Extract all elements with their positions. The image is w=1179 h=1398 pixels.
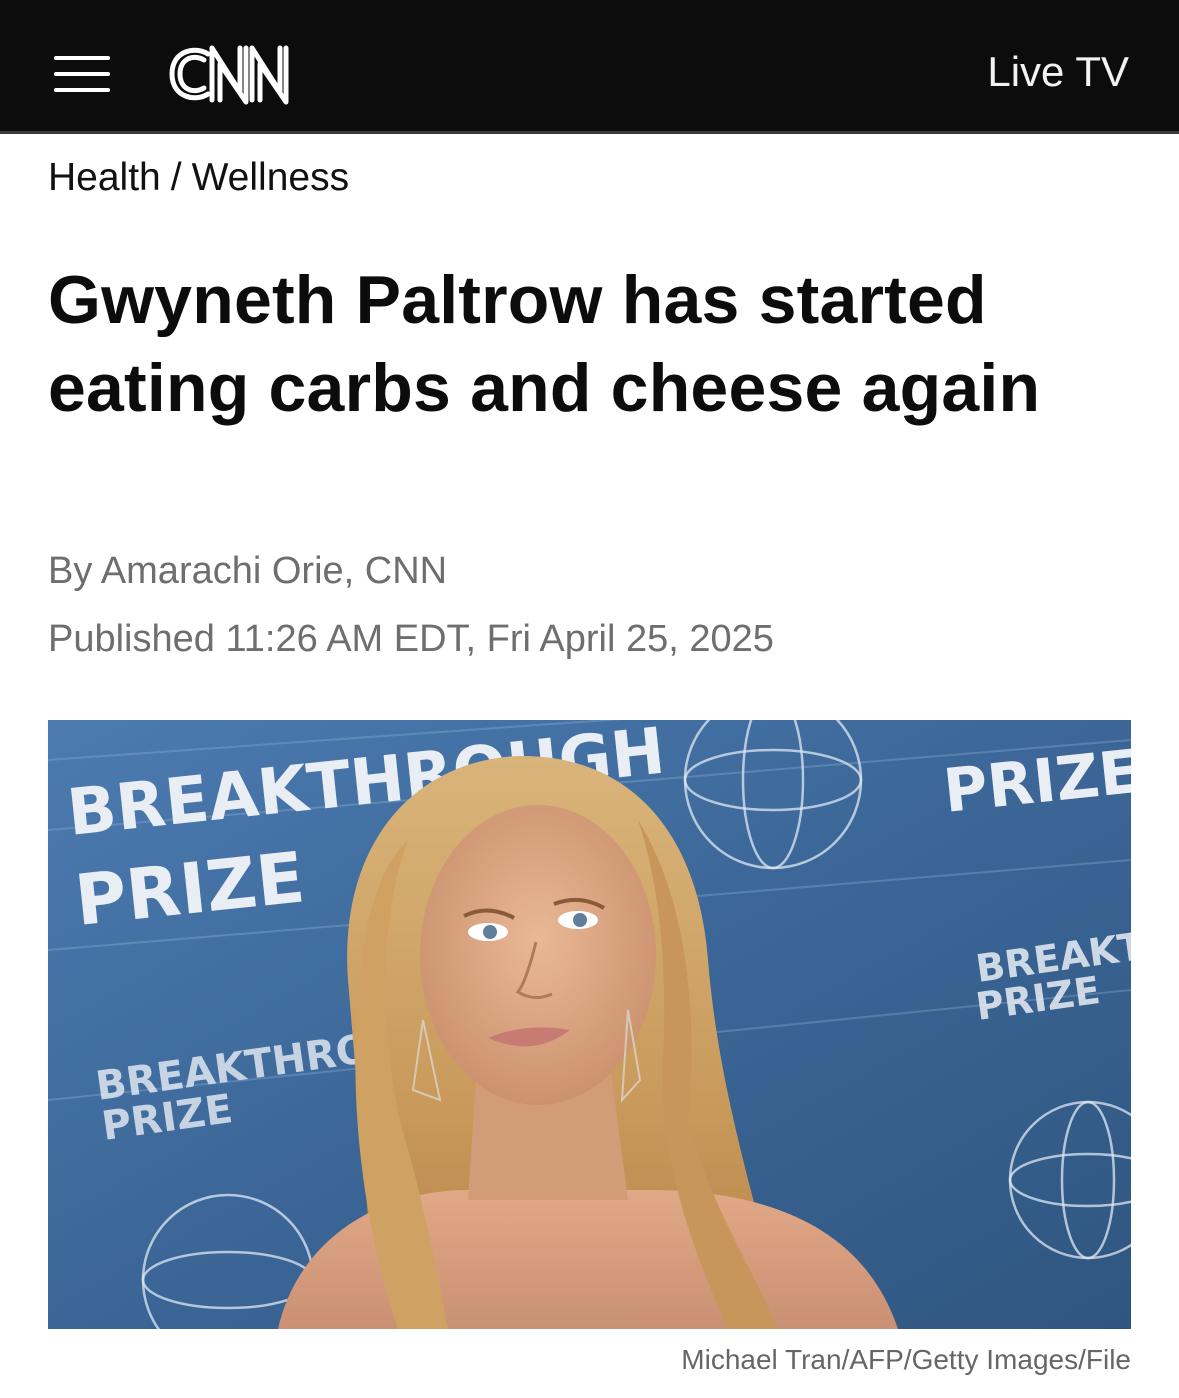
hero-photo-illustration: BREAKTHROUGH PRIZE PRIZE BREAKTHROUGH PR…	[48, 720, 1131, 1329]
article-byline: By Amarachi Orie, CNN	[48, 550, 447, 593]
live-tv-link[interactable]: Live TV	[987, 48, 1129, 96]
hamburger-menu-icon[interactable]	[54, 52, 112, 98]
publish-timestamp: Published 11:26 AM EDT, Fri April 25, 20…	[48, 618, 774, 660]
breadcrumb-separator: /	[170, 156, 182, 199]
hero-image[interactable]: BREAKTHROUGH PRIZE PRIZE BREAKTHROUGH PR…	[48, 720, 1131, 1329]
author-link[interactable]: By Amarachi Orie, CNN	[48, 550, 447, 592]
cnn-logo[interactable]	[166, 40, 308, 108]
breadcrumb-wellness-link[interactable]: Wellness	[192, 156, 350, 199]
breadcrumb-health-link[interactable]: Health	[48, 156, 161, 199]
top-navigation-bar: Live TV	[0, 0, 1179, 134]
article-headline: Gwyneth Paltrow has started eating carbs…	[48, 262, 1041, 426]
breadcrumb: Health / Wellness	[48, 156, 349, 200]
photo-credit-caption: Michael Tran/AFP/Getty Images/File	[681, 1344, 1131, 1375]
